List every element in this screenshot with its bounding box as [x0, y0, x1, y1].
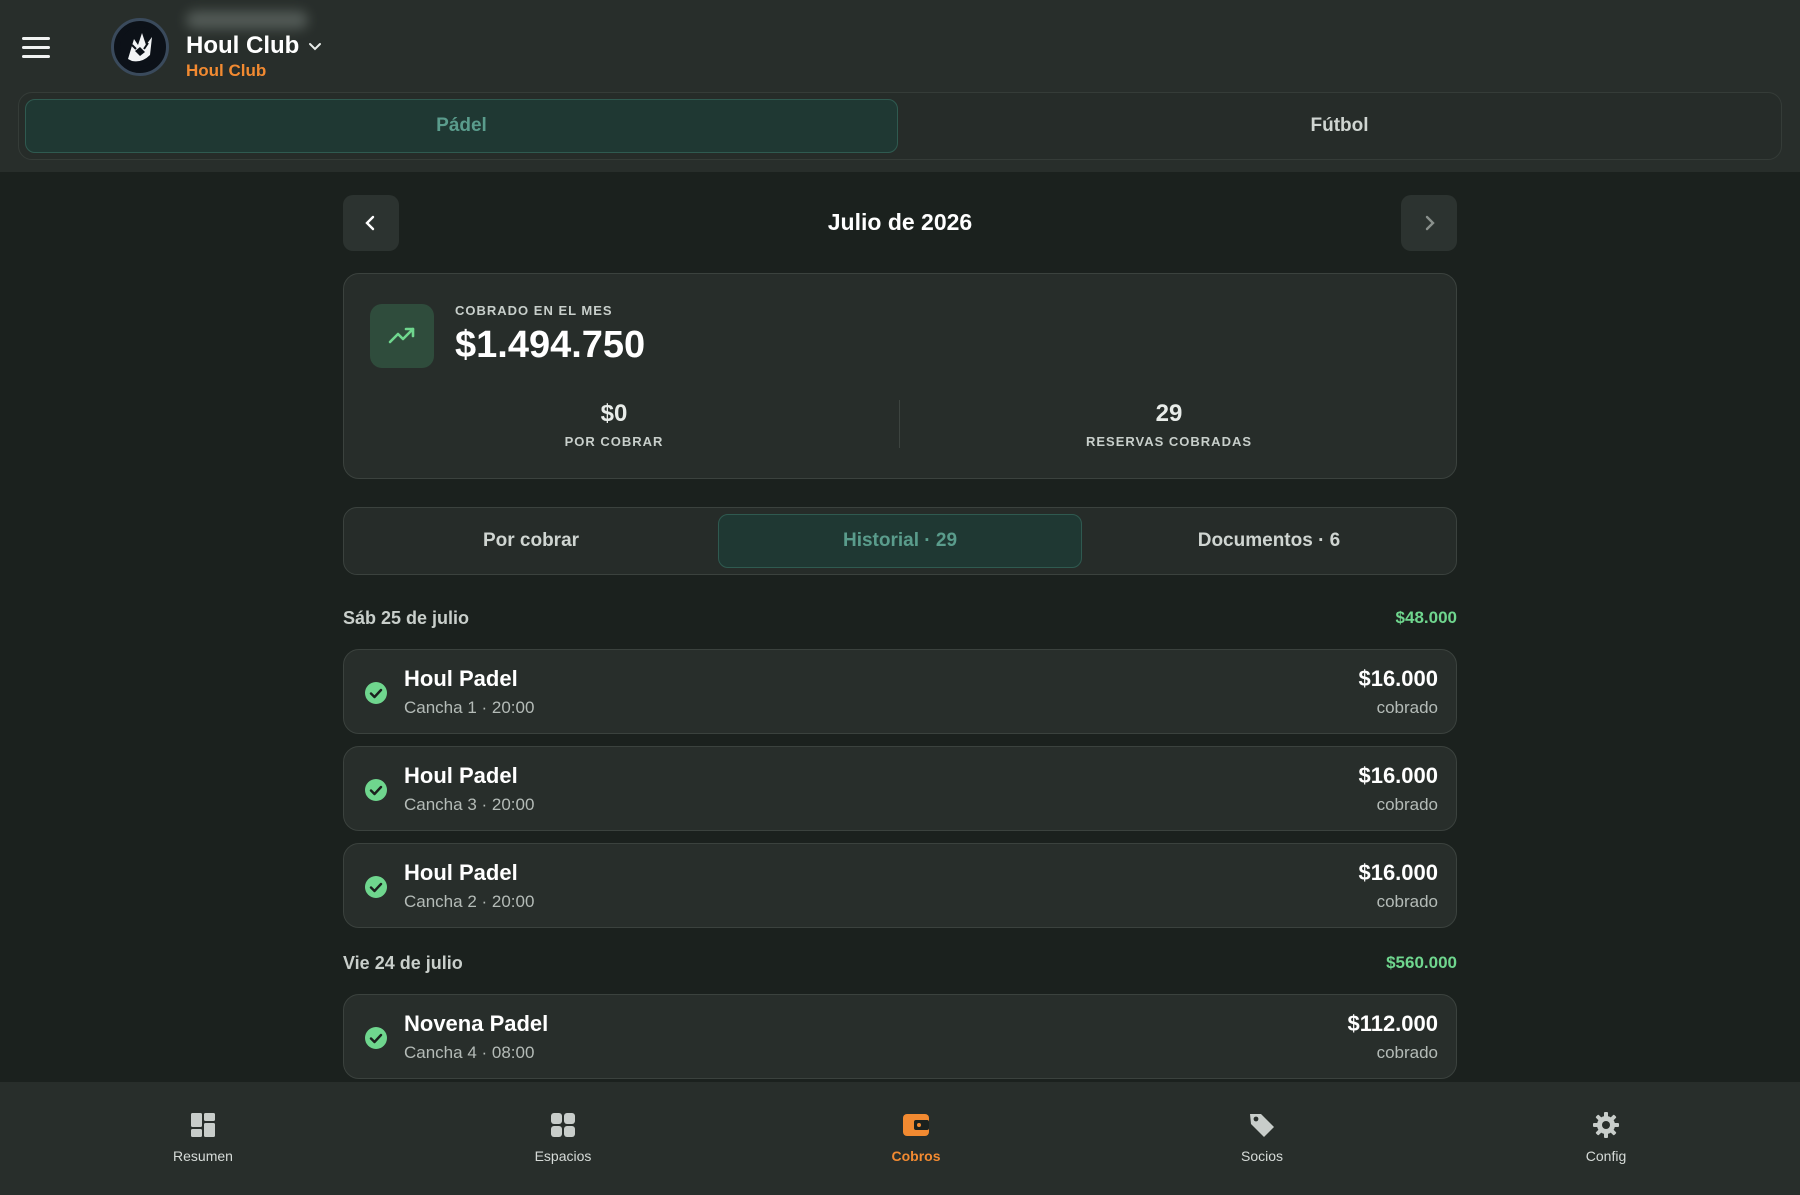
gear-icon	[1593, 1112, 1619, 1138]
hamburger-icon[interactable]	[22, 30, 56, 64]
wallet-icon	[903, 1114, 929, 1136]
trending-up-icon	[370, 304, 434, 368]
chevron-right-icon	[1425, 215, 1435, 231]
month-navigator: Julio de 2026	[343, 195, 1457, 251]
tab-futbol[interactable]: Fútbol	[904, 99, 1775, 153]
record-amount: $112.000	[1347, 1011, 1438, 1036]
check-circle-icon	[365, 779, 387, 801]
record-status: cobrado	[1376, 1043, 1438, 1062]
record-status: cobrado	[1376, 892, 1438, 911]
check-circle-icon	[365, 682, 387, 704]
pending-label: POR COBRAR	[564, 434, 664, 449]
day-header: Vie 24 de julio $560.000	[343, 940, 1457, 986]
reservations-stat: 29 RESERVAS COBRADAS	[899, 400, 1439, 449]
record-status: cobrado	[1376, 698, 1438, 717]
payment-record[interactable]: Houl Padel Cancha 2 · 20:00 $16.000 cobr…	[343, 843, 1457, 928]
check-circle-icon	[365, 1027, 387, 1049]
nav-label: Config	[1585, 1148, 1627, 1164]
record-name: Novena Padel	[404, 1011, 549, 1036]
day-total: $48.000	[1395, 608, 1457, 627]
nav-espacios[interactable]: Espacios	[493, 1110, 633, 1164]
chevron-down-icon	[309, 43, 322, 51]
club-logo	[111, 18, 169, 76]
tab-por-cobrar[interactable]: Por cobrar	[350, 514, 712, 568]
payment-record[interactable]: Houl Padel Cancha 1 · 20:00 $16.000 cobr…	[343, 649, 1457, 734]
record-detail: Cancha 4 · 08:00	[404, 1043, 535, 1062]
club-selector[interactable]: Houl Club	[186, 32, 323, 60]
blurred-username	[186, 11, 308, 29]
tag-icon	[1250, 1114, 1274, 1137]
pending-stat: $0 POR COBRAR	[344, 400, 884, 449]
nav-label: Socios	[1240, 1148, 1284, 1164]
record-amount: $16.000	[1358, 666, 1438, 691]
collected-label: COBRADO EN EL MES	[455, 303, 613, 318]
tab-documentos[interactable]: Documentos · 6	[1088, 514, 1450, 568]
tab-padel[interactable]: Pádel	[25, 99, 898, 153]
record-detail: Cancha 2 · 20:00	[404, 892, 535, 911]
record-detail: Cancha 3 · 20:00	[404, 795, 535, 814]
payment-record[interactable]: Houl Padel Cancha 3 · 20:00 $16.000 cobr…	[343, 746, 1457, 831]
day-header: Sáb 25 de julio $48.000	[343, 595, 1457, 641]
nav-label: Cobros	[891, 1148, 941, 1164]
club-name: Houl Club	[186, 32, 300, 59]
day-date: Vie 24 de julio	[343, 952, 463, 973]
record-status: cobrado	[1376, 795, 1438, 814]
wolf-logo-icon	[120, 27, 160, 67]
filter-tabs: Por cobrar Historial · 29 Documentos · 6	[343, 507, 1457, 575]
month-title: Julio de 2026	[827, 209, 973, 235]
record-detail: Cancha 1 · 20:00	[404, 698, 535, 717]
app-header: Houl Club Houl Club Pádel Fútbol	[0, 0, 1800, 172]
check-circle-icon	[365, 876, 387, 898]
collected-amount: $1.494.750	[455, 324, 646, 366]
nav-resumen[interactable]: Resumen	[133, 1110, 273, 1164]
record-amount: $16.000	[1358, 860, 1438, 885]
day-date: Sáb 25 de julio	[343, 607, 470, 628]
nav-socios[interactable]: Socios	[1192, 1110, 1332, 1164]
nav-config[interactable]: Config	[1536, 1110, 1676, 1164]
next-month-button[interactable]	[1401, 195, 1457, 251]
tab-historial[interactable]: Historial · 29	[718, 514, 1082, 568]
day-total: $560.000	[1386, 953, 1457, 972]
pending-value: $0	[600, 400, 628, 427]
payment-record[interactable]: Novena Padel Cancha 4 · 08:00 $112.000 c…	[343, 994, 1457, 1079]
reservations-label: RESERVAS COBRADAS	[1085, 434, 1253, 449]
nav-label: Espacios	[534, 1148, 592, 1164]
reservations-value: 29	[1155, 400, 1183, 427]
nav-cobros[interactable]: Cobros	[846, 1110, 986, 1164]
bottom-navigation: Resumen Espacios Cobros Socios Config	[0, 1082, 1800, 1195]
main-content: Julio de 2026 COBRADO EN EL MES $1.494.7…	[343, 195, 1457, 1123]
record-name: Houl Padel	[404, 860, 518, 885]
monthly-summary-card: COBRADO EN EL MES $1.494.750 $0 POR COBR…	[343, 273, 1457, 479]
record-name: Houl Padel	[404, 666, 518, 691]
dashboard-icon	[191, 1113, 215, 1137]
nav-label: Resumen	[173, 1148, 233, 1164]
club-subtitle: Houl Club	[186, 61, 267, 80]
sport-tabs: Pádel Fútbol	[18, 92, 1782, 160]
record-amount: $16.000	[1358, 763, 1438, 788]
record-name: Houl Padel	[404, 763, 518, 788]
grid-icon	[551, 1113, 575, 1137]
